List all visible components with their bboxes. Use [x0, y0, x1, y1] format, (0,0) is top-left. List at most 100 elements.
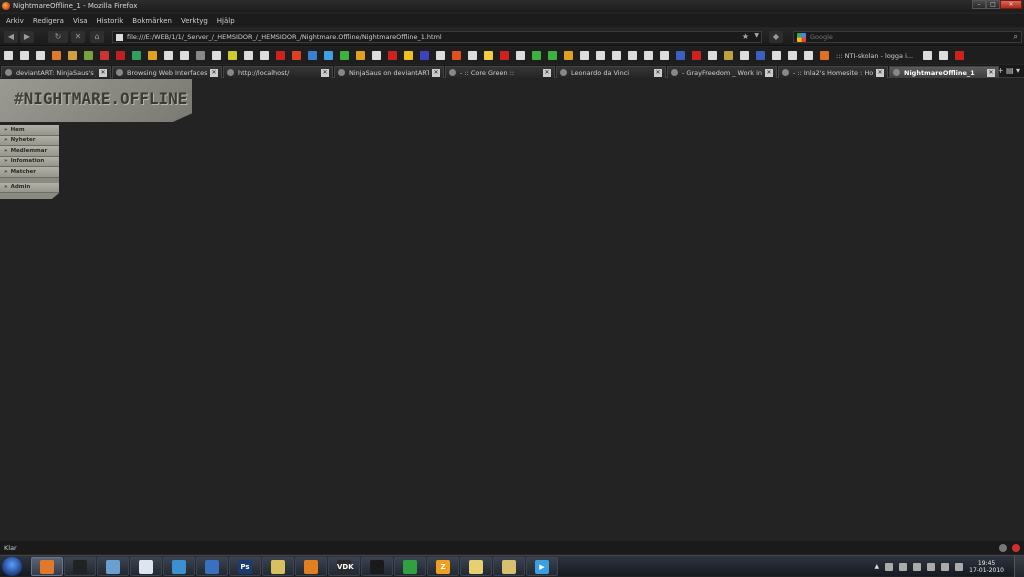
taskbar-blender-button[interactable]: [295, 557, 327, 576]
menu-arkiv[interactable]: Arkiv: [6, 17, 24, 25]
browser-tab[interactable]: Leonardo da Vinci✕: [556, 66, 666, 78]
bookmark-icon[interactable]: [388, 51, 397, 60]
taskbar-zapp-button[interactable]: Z: [427, 557, 459, 576]
bookmark-icon[interactable]: [372, 51, 381, 60]
bookmark-icon[interactable]: [52, 51, 61, 60]
tray-flag-icon[interactable]: [927, 563, 935, 571]
nav-item-nyheter[interactable]: »Nyheter: [0, 136, 59, 147]
nav-item-admin[interactable]: »Admin: [0, 183, 59, 194]
bookmark-icon[interactable]: [260, 51, 269, 60]
browser-tab[interactable]: - :: Core Green ::✕: [445, 66, 555, 78]
minimize-button[interactable]: –: [972, 0, 986, 9]
bookmark-icon[interactable]: [244, 51, 253, 60]
maximize-button[interactable]: □: [986, 0, 1000, 9]
browser-tab[interactable]: - :: Inla2's Homesite : Home ::✕: [778, 66, 888, 78]
bookmark-icon[interactable]: [356, 51, 365, 60]
taskbar-vdk-button[interactable]: VDK: [328, 557, 360, 576]
back-arrow-icon[interactable]: ◀: [4, 31, 18, 43]
tray-app-icon[interactable]: [913, 563, 921, 571]
bookmark-icon[interactable]: [548, 51, 557, 60]
nav-item-medlemmar[interactable]: »Medlemmar: [0, 146, 59, 157]
bookmark-icon[interactable]: [212, 51, 221, 60]
bookmark-icon[interactable]: [436, 51, 445, 60]
list-tabs-icon[interactable]: ▤: [1006, 66, 1014, 75]
tab-close-icon[interactable]: ✕: [210, 69, 218, 77]
bookmark-icon[interactable]: [468, 51, 477, 60]
search-bar[interactable]: ⌕: [793, 31, 1022, 43]
bookmark-icon[interactable]: [116, 51, 125, 60]
tray-expand-icon[interactable]: ▲: [875, 563, 880, 570]
tab-close-icon[interactable]: ✕: [432, 69, 440, 77]
bookmark-icon[interactable]: [516, 51, 525, 60]
site-logo[interactable]: #NIGHTMARE.OFFLINE: [14, 89, 187, 108]
bookmark-icon[interactable]: [955, 51, 964, 60]
bookmark-icon[interactable]: [340, 51, 349, 60]
bookmark-icon[interactable]: [660, 51, 669, 60]
bookmark-icon[interactable]: [772, 51, 781, 60]
menu-hjalp[interactable]: Hjälp: [217, 17, 235, 25]
stop-icon[interactable]: ✕: [71, 31, 85, 43]
tray-volume-icon[interactable]: [899, 563, 907, 571]
bookmark-icon[interactable]: [36, 51, 45, 60]
bookmark-icon[interactable]: [708, 51, 717, 60]
browser-tab[interactable]: NightmareOffline_1✕: [889, 66, 999, 78]
google-icon[interactable]: [797, 33, 806, 42]
tab-close-icon[interactable]: ✕: [654, 69, 662, 77]
close-window-button[interactable]: ✕: [1000, 0, 1022, 9]
tab-close-icon[interactable]: ✕: [876, 69, 884, 77]
tray-power-icon[interactable]: [941, 563, 949, 571]
start-button[interactable]: [2, 557, 22, 576]
bookmark-icon[interactable]: [500, 51, 509, 60]
tab-close-icon[interactable]: ✕: [99, 69, 107, 77]
browser-tab[interactable]: NinjaSaus on deviantART✕: [334, 66, 444, 78]
tab-close-icon[interactable]: ✕: [321, 69, 329, 77]
taskbar-photoshop-button[interactable]: Ps: [229, 557, 261, 576]
tab-close-icon[interactable]: ✕: [987, 69, 995, 77]
bookmark-icon[interactable]: [612, 51, 621, 60]
bookmark-icon[interactable]: [20, 51, 29, 60]
bookmark-icon[interactable]: [724, 51, 733, 60]
bookmark-icon[interactable]: [628, 51, 637, 60]
bookmark-icon[interactable]: [788, 51, 797, 60]
bookmark-icon[interactable]: [740, 51, 749, 60]
tray-network-icon[interactable]: [885, 563, 893, 571]
bookmark-icon[interactable]: [420, 51, 429, 60]
bookmark-icon[interactable]: [84, 51, 93, 60]
tab-close-icon[interactable]: ✕: [765, 69, 773, 77]
taskbar-explorer-button[interactable]: [493, 557, 525, 576]
taskbar-firefox-button[interactable]: [31, 557, 63, 576]
menu-visa[interactable]: Visa: [73, 17, 88, 25]
bookmark-icon[interactable]: [692, 51, 701, 60]
browser-tab[interactable]: Browsing Web Interfaces o...✕: [112, 66, 222, 78]
nav-item-hem[interactable]: »Hem: [0, 125, 59, 136]
taskbar-notepad-button[interactable]: [130, 557, 162, 576]
browser-tab[interactable]: deviantART: NinjaSaus's Jo...✕: [1, 66, 111, 78]
bookmark-icon[interactable]: [484, 51, 493, 60]
bookmark-icon[interactable]: [68, 51, 77, 60]
address-bar[interactable]: file:///E:/WEB/1/1/_Server_/_HEMSIDOR_/_…: [112, 31, 762, 43]
bookmark-icon[interactable]: [276, 51, 285, 60]
taskbar-honeycomb-button[interactable]: [262, 557, 294, 576]
forward-arrow-icon[interactable]: ▶: [20, 31, 34, 43]
bookmark-icon[interactable]: [644, 51, 653, 60]
search-input[interactable]: [810, 33, 1000, 41]
reload-icon[interactable]: ↻: [48, 31, 68, 43]
bookmark-link[interactable]: ::: NTI-skolan - logga i...: [836, 52, 913, 60]
bookmark-icon[interactable]: [804, 51, 813, 60]
addon-status-icon[interactable]: [999, 544, 1007, 552]
addon-shield-icon[interactable]: ◆: [769, 31, 783, 43]
bookmark-icon[interactable]: [756, 51, 765, 60]
taskbar-photo-button[interactable]: [196, 557, 228, 576]
bookmark-icon[interactable]: [4, 51, 13, 60]
taskbar-messenger-button[interactable]: [163, 557, 195, 576]
clock[interactable]: 19:45 17-01-2010: [969, 560, 1004, 574]
bookmark-icon[interactable]: [148, 51, 157, 60]
bookmark-icon[interactable]: [292, 51, 301, 60]
taskbar-steam-button[interactable]: [361, 557, 393, 576]
bookmark-icon[interactable]: [100, 51, 109, 60]
bookmark-icon[interactable]: [228, 51, 237, 60]
bookmark-star-icon[interactable]: ★: [742, 32, 749, 41]
bookmark-icon[interactable]: [132, 51, 141, 60]
bookmark-icon[interactable]: [923, 51, 932, 60]
bookmark-icon[interactable]: [820, 51, 829, 60]
